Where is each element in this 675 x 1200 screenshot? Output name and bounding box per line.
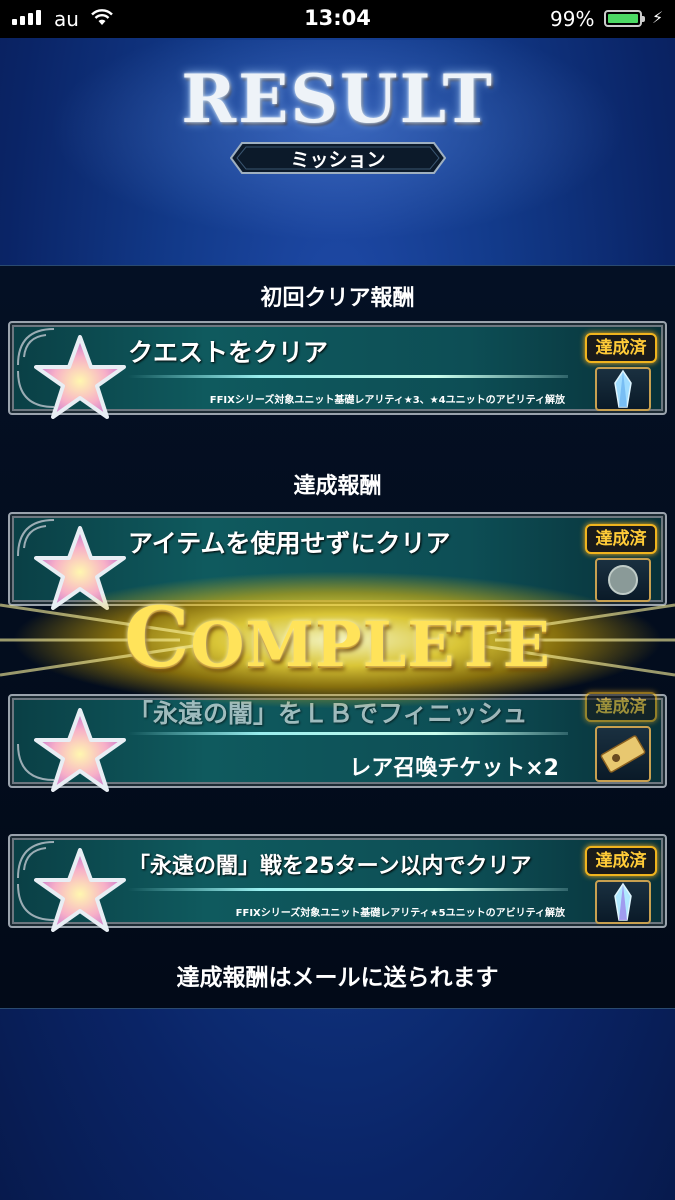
battery-icon	[604, 10, 645, 27]
crystal-icon	[614, 369, 632, 408]
mission-title: クエストをクリア	[128, 338, 329, 367]
charging-icon: ⚡	[652, 8, 664, 27]
completed-badge: 達成済	[585, 333, 657, 363]
badge-label: 達成済	[595, 338, 647, 358]
mission-title: 「永遠の闇」戦を25ターン以内でクリア	[128, 854, 532, 879]
mission-subtitle: ミッション	[290, 149, 386, 171]
mission-title: 「永遠の闇」をＬＢでフィニッシュ	[128, 699, 528, 728]
star-icon	[34, 526, 126, 610]
badge-label: 達成済	[595, 851, 647, 871]
reward-item	[595, 367, 651, 411]
mission-card: 「永遠の闇」をＬＢでフィニッシュ レア召喚チケット×2 達成済	[8, 692, 667, 792]
status-bar: au 13:04 99% ⚡	[0, 0, 675, 38]
completed-badge: 達成済	[585, 846, 657, 876]
mission-tab: ミッション	[230, 142, 446, 174]
mission-card: 「永遠の闇」戦を25ターン以内でクリア FFIXシリーズ対象ユニット基礎レアリテ…	[8, 834, 667, 932]
reward-item	[595, 726, 651, 782]
results-panel: 初回クリア報酬 クエストをクリア FFIXシリーズ対象ユニット基礎レアリティ★3…	[0, 265, 675, 1009]
coin-icon	[608, 565, 638, 595]
badge-label: 達成済	[595, 697, 647, 717]
completed-badge: 達成済	[585, 692, 657, 722]
badge-label: 達成済	[595, 529, 647, 549]
star-icon	[34, 708, 126, 792]
star-icon	[34, 335, 126, 419]
mission-card: クエストをクリア FFIXシリーズ対象ユニット基礎レアリティ★3、★4ユニットの…	[8, 321, 667, 419]
mission-reward: FFIXシリーズ対象ユニット基礎レアリティ★5ユニットのアビリティ解放	[235, 908, 565, 919]
reward-item	[595, 880, 651, 924]
mission-card: アイテムを使用せずにクリア 達成済	[8, 512, 667, 610]
achievement-heading: 達成報酬	[293, 474, 382, 499]
mission-reward: レア召喚チケット×2	[349, 756, 559, 781]
ticket-icon	[600, 735, 646, 773]
crystal-icon	[614, 882, 632, 921]
mission-reward: FFIXシリーズ対象ユニット基礎レアリティ★3、★4ユニットのアビリティ解放	[209, 395, 565, 406]
completed-badge: 達成済	[585, 524, 657, 554]
battery-percent: 99%	[550, 7, 595, 31]
divider	[128, 888, 568, 891]
mail-notice: 達成報酬はメールに送られます	[176, 965, 499, 991]
star-icon	[34, 848, 126, 932]
result-title: RESULT	[181, 60, 494, 138]
divider	[128, 375, 568, 378]
mission-title: アイテムを使用せずにクリア	[128, 529, 451, 558]
first-clear-heading: 初回クリア報酬	[260, 286, 415, 311]
reward-item	[595, 558, 651, 602]
divider	[128, 732, 568, 735]
